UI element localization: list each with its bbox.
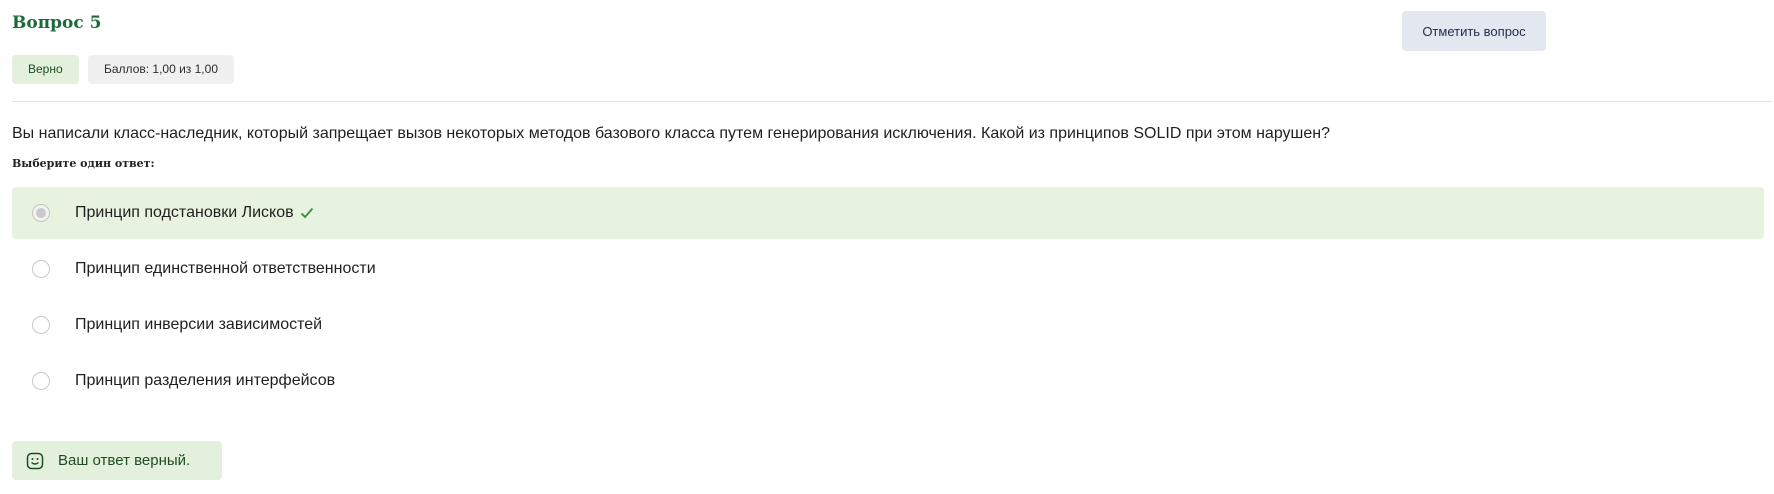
- answer-option-label: Принцип разделения интерфейсов: [75, 372, 336, 389]
- radio-button[interactable]: [32, 372, 50, 390]
- feedback-text: Ваш ответ верный.: [58, 452, 191, 469]
- answer-option-2[interactable]: Принцип единственной ответственности: [12, 243, 1764, 295]
- answer-option-4[interactable]: Принцип разделения интерфейсов: [12, 355, 1764, 407]
- answer-option-1[interactable]: Принцип подстановки Лисков: [12, 187, 1764, 239]
- answer-option-label: Принцип единственной ответственности: [75, 260, 376, 277]
- radio-button[interactable]: [32, 316, 50, 334]
- radio-dot: [36, 208, 46, 218]
- answer-option-3[interactable]: Принцип инверсии зависимостей: [12, 299, 1764, 351]
- divider: [12, 101, 1772, 102]
- smile-icon: [26, 452, 44, 470]
- answer-option-label: Принцип инверсии зависимостей: [75, 316, 323, 333]
- radio-button[interactable]: [32, 260, 50, 278]
- radio-button[interactable]: [32, 204, 50, 222]
- check-icon: [300, 207, 314, 219]
- answer-prompt: Выберите один ответ:: [12, 157, 155, 170]
- answer-option-label: Принцип подстановки Лисков: [75, 204, 294, 221]
- question-text: Вы написали класс-наследник, который зап…: [12, 125, 1330, 142]
- score-badge: Баллов: 1,00 из 1,00: [88, 55, 234, 84]
- feedback-box: Ваш ответ верный.: [12, 441, 222, 480]
- question-title: Вопрос 5: [12, 13, 102, 33]
- status-badge: Верно: [12, 55, 79, 84]
- flag-question-button[interactable]: Отметить вопрос: [1402, 11, 1546, 51]
